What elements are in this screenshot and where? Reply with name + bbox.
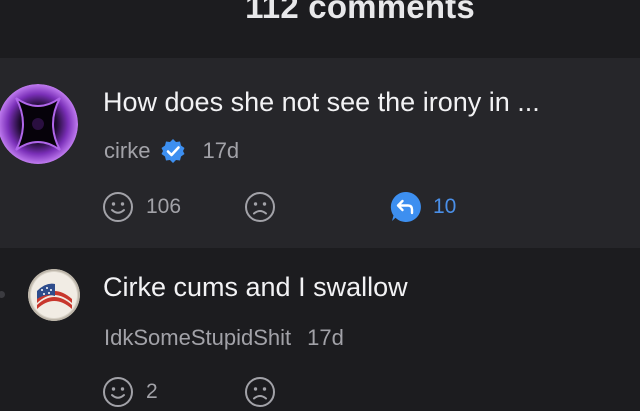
comments-header: 112 comments bbox=[0, 0, 640, 58]
comment-item[interactable]: Cirke cums and I swallow IdkSomeStupidSh… bbox=[0, 248, 640, 411]
reply-button[interactable]: 10 bbox=[389, 190, 456, 224]
avatar[interactable] bbox=[0, 84, 78, 164]
comment-item[interactable]: How does she not see the irony in ... ci… bbox=[0, 58, 640, 248]
avatar[interactable] bbox=[28, 269, 80, 321]
dislike-button[interactable] bbox=[244, 376, 276, 408]
reply-bubble-icon bbox=[390, 191, 421, 222]
like-count: 106 bbox=[146, 195, 182, 218]
flag-avatar-icon bbox=[28, 269, 80, 321]
comment-meta: cirke 17d bbox=[104, 138, 239, 164]
smile-face-icon bbox=[103, 377, 133, 407]
smile-face-icon bbox=[103, 192, 133, 222]
comment-time: 17d bbox=[202, 138, 240, 163]
author-name[interactable]: cirke bbox=[104, 138, 150, 164]
comment-text: Cirke cums and I swallow bbox=[103, 272, 408, 302]
comment-text: How does she not see the irony in ... bbox=[103, 87, 540, 117]
like-button[interactable]: 106 bbox=[102, 191, 181, 223]
verified-badge-icon bbox=[161, 139, 185, 163]
comment-time: 17d bbox=[307, 325, 344, 350]
purple-abstract-avatar-icon bbox=[0, 84, 78, 164]
author-name[interactable]: IdkSomeStupidShit bbox=[104, 325, 291, 351]
frown-face-icon bbox=[245, 377, 275, 407]
comments-count-title: 112 comments bbox=[245, 0, 475, 25]
comments-screen: 112 comments How does she not see the ir… bbox=[0, 0, 640, 411]
like-button[interactable]: 2 bbox=[102, 376, 158, 408]
comment-meta: IdkSomeStupidShit 17d bbox=[104, 325, 344, 351]
thread-indicator bbox=[0, 291, 5, 298]
like-count: 2 bbox=[146, 380, 158, 403]
frown-face-icon bbox=[245, 192, 275, 222]
dislike-button[interactable] bbox=[244, 191, 276, 223]
reply-count: 10 bbox=[433, 195, 457, 218]
